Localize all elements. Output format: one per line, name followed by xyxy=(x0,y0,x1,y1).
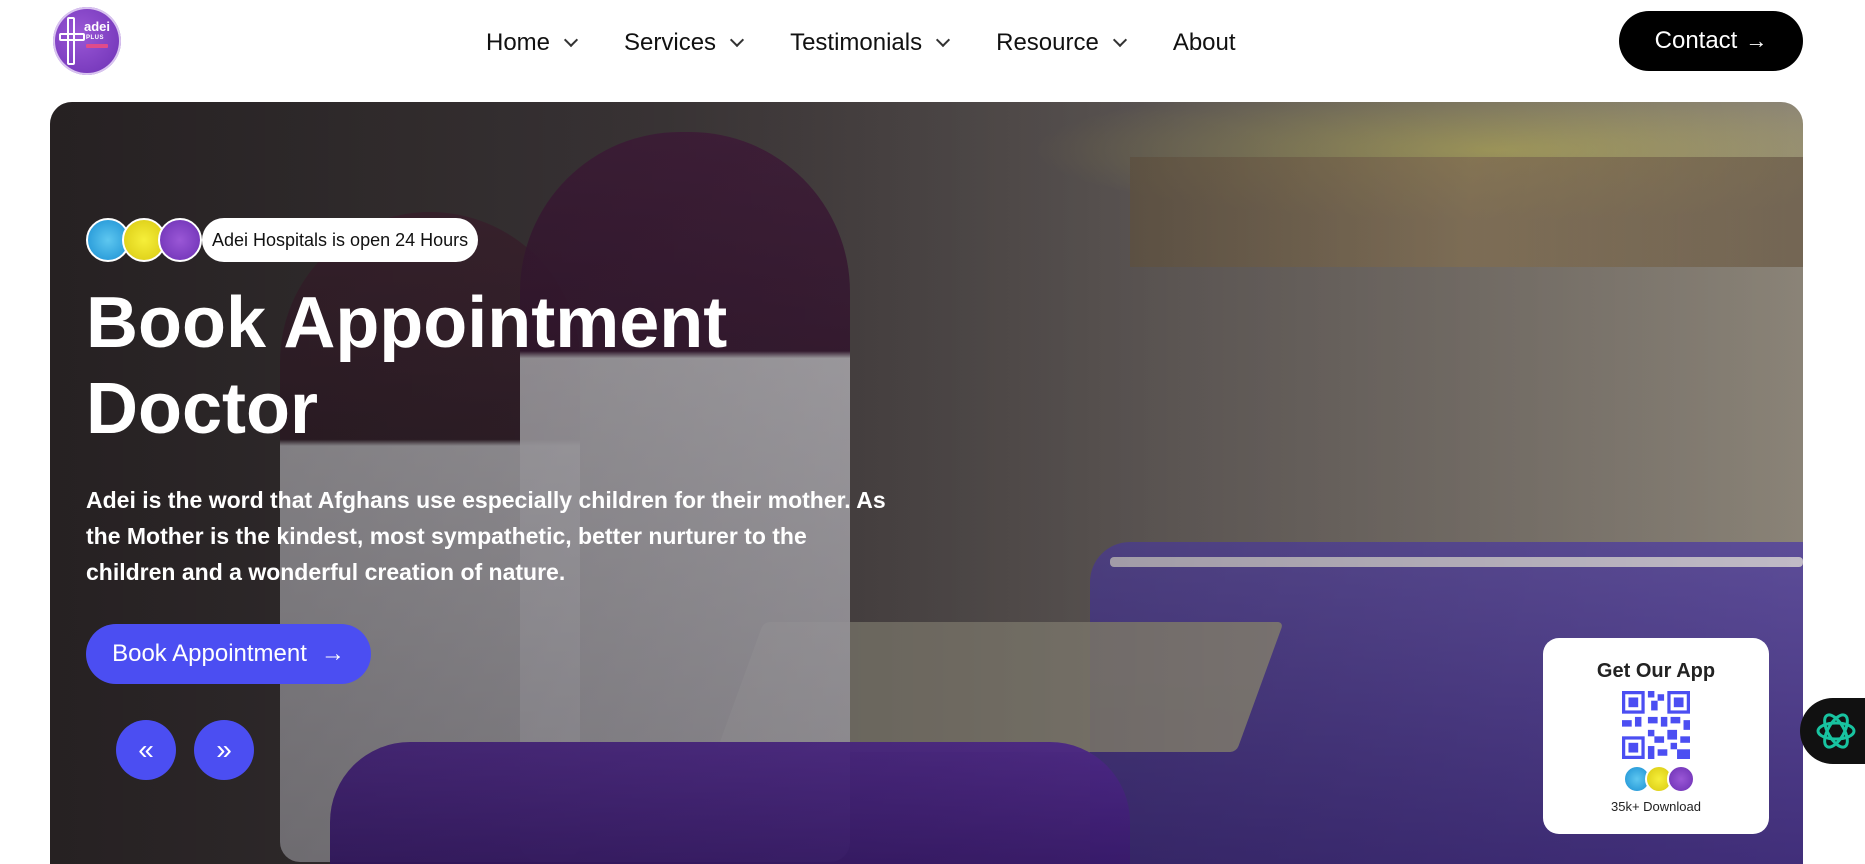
get-app-card[interactable]: Get Our App 35k+ Download xyxy=(1543,638,1769,834)
chat-assistant-widget[interactable] xyxy=(1800,698,1865,764)
nav-item-home[interactable]: Home xyxy=(486,29,579,57)
carousel-prev-button[interactable]: « xyxy=(116,720,176,780)
nav-label: Services xyxy=(624,29,717,56)
carousel-next-button[interactable]: » xyxy=(194,720,254,780)
openai-icon xyxy=(1816,713,1856,749)
contact-label: Contact xyxy=(1654,27,1738,54)
nav-item-about[interactable]: About xyxy=(1173,29,1236,57)
chevron-down-icon xyxy=(563,32,579,48)
nav-label: Home xyxy=(486,29,551,56)
nav-item-resource[interactable]: Resource xyxy=(996,29,1127,57)
nav-item-testimonials[interactable]: Testimonials xyxy=(790,29,951,57)
qr-code-icon xyxy=(1622,691,1690,759)
description-line: children and a wonderful creation of nat… xyxy=(86,559,566,585)
chevron-down-icon xyxy=(729,32,745,48)
app-card-title: Get Our App xyxy=(1596,660,1716,682)
contact-button[interactable]: Contact → xyxy=(1619,11,1803,71)
chevron-down-icon xyxy=(1112,32,1127,48)
nav-item-services[interactable]: Services xyxy=(624,29,745,57)
hero-banner: Adei Hospitals is open 24 Hours Book App… xyxy=(50,102,1803,864)
nav-label: Testimonials xyxy=(790,29,923,56)
site-header: adei PLUS Home Services Testimonials Res… xyxy=(0,0,1865,102)
logo-subtext: PLUS xyxy=(86,35,105,41)
main-nav: Home Services Testimonials Resource Abou… xyxy=(486,26,1236,60)
hero-title: Book Appointment Doctor xyxy=(86,280,846,452)
hero-description: Adei is the word that Afghans use especi… xyxy=(86,482,886,590)
book-label: Book Appointment xyxy=(112,640,307,667)
download-count: 35k+ Download xyxy=(1611,799,1701,814)
chevron-down-icon xyxy=(936,32,951,48)
title-line: Book Appointment xyxy=(86,283,728,363)
adei-logo[interactable]: adei PLUS xyxy=(53,7,121,75)
partner-logo xyxy=(158,218,202,262)
right-arrow-icon: → xyxy=(320,640,345,667)
title-line: Doctor xyxy=(86,369,318,449)
app-store-logos xyxy=(1623,765,1695,793)
partner-logo xyxy=(1667,765,1695,793)
logo-text: adei xyxy=(84,19,111,34)
open-hours-badge: Adei Hospitals is open 24 Hours xyxy=(86,218,479,262)
nav-label: Resource xyxy=(996,29,1099,56)
description-line: the Mother is the kindest, most sympathe… xyxy=(86,523,807,549)
right-arrow-icon: → xyxy=(1745,28,1768,53)
badge-text: Adei Hospitals is open 24 Hours xyxy=(202,218,479,262)
description-line: Adei is the word that Afghans use especi… xyxy=(86,487,886,513)
book-appointment-button[interactable]: Book Appointment → xyxy=(86,624,371,684)
nav-label: About xyxy=(1172,29,1236,56)
